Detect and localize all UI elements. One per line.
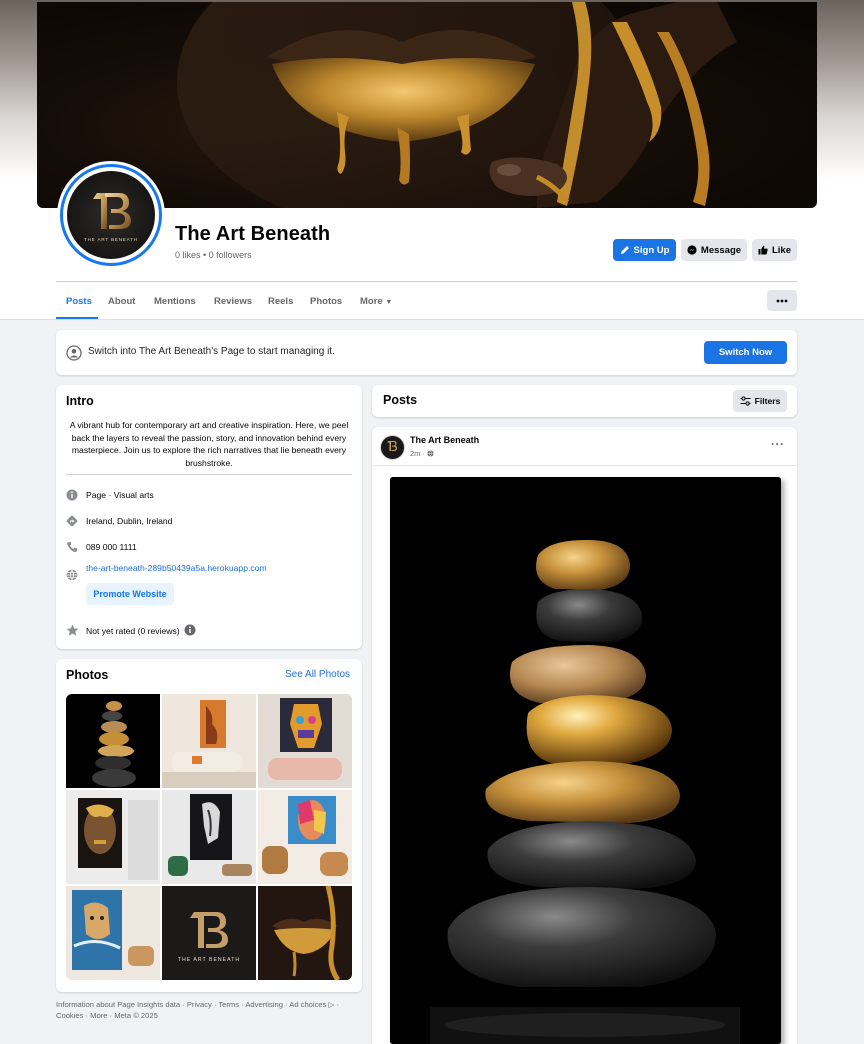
intro-title: Intro [66,394,94,408]
page-title: The Art Beneath [175,223,331,245]
photo-thumbnail-giraffe[interactable] [258,694,352,788]
rating-label: Not yet rated (0 reviews) [86,626,180,636]
photo-thumbnail-logo[interactable]: THE ART BENEATH [162,886,256,980]
post-author-name[interactable]: The Art Beneath [410,435,479,445]
globe-icon [427,450,434,457]
messenger-icon [687,245,697,255]
filters-label: Filters [754,396,781,406]
header-divider [0,319,864,320]
cover-photo[interactable] [37,2,817,208]
post-divider [373,465,797,466]
nav-divider [56,281,797,282]
page-options-button[interactable] [767,290,797,311]
photos-title: Photos [66,668,109,682]
post-options-button[interactable]: ··· [771,437,785,451]
like-label: Like [771,244,791,256]
pencil-icon [620,246,629,254]
posts-title: Posts [383,393,418,407]
logo-image: THE ART BENEATH [67,171,155,259]
tab-reels[interactable]: Reels [268,296,293,307]
photo-grid: THE ART BENEATH [66,694,352,980]
caret-down-icon: ▼ [385,299,393,306]
tab-more-label: More [360,296,383,307]
tab-about[interactable]: About [108,296,135,307]
post-timestamp[interactable]: 2m · [410,449,434,458]
logo-text: THE ART BENEATH [84,237,138,242]
photo-thumbnail-room-orange[interactable] [162,694,256,788]
logo-text: THE ART BENEATH [178,957,240,963]
website-link[interactable]: the-art-beneath-289b50439a5a.herokuapp.c… [86,563,267,573]
sign-up-label: Sign Up [633,244,670,256]
directions-icon [66,515,78,527]
ellipsis-icon [776,299,788,302]
post-image-stacked-stones[interactable] [390,477,781,1044]
info-icon [66,489,78,501]
category-row: Page · Visual arts [64,487,154,503]
rating-row: Not yet rated (0 reviews) [64,622,196,638]
thumbs-up-icon [758,245,768,255]
see-all-photos-link[interactable]: See All Photos [285,669,350,680]
photo-thumbnail-dog[interactable] [66,886,160,980]
sign-up-button[interactable]: Sign Up [613,239,676,261]
post-time-text: 2m · [410,449,425,458]
tab-more[interactable]: More ▼ [360,296,392,307]
photo-thumbnail-stones[interactable] [66,694,160,788]
switch-banner-text: Switch into The Art Beneath's Page to st… [88,346,335,357]
page-stats: 0 likes • 0 followers [175,250,252,260]
filter-sliders-icon [740,396,751,406]
globe-icon [66,569,78,580]
page-header: THE ART BENEATH The Art Beneath 0 likes … [0,0,864,320]
phone-text: 089 000 1111 [86,542,137,552]
page-avatar[interactable]: THE ART BENEATH [57,161,165,269]
photo-thumbnail-gold-lips[interactable] [258,886,352,980]
tab-photos[interactable]: Photos [310,296,342,307]
filters-button[interactable]: Filters [733,390,787,412]
website-row[interactable]: the-art-beneath-289b50439a5a.herokuapp.c… [64,563,267,580]
location-text: Ireland, Dublin, Ireland [86,516,173,526]
rating-text: Not yet rated (0 reviews) [86,624,196,636]
like-button[interactable]: Like [752,239,797,261]
phone-row: 089 000 1111 [64,539,137,555]
footer-links[interactable]: Information about Page Insights data · P… [56,1000,366,1021]
intro-divider [66,474,352,475]
location-row: Ireland, Dublin, Ireland [64,513,172,529]
photo-thumbnail-gold-face[interactable] [66,790,160,884]
phone-icon [67,542,77,552]
category-text: Page · Visual arts [86,490,154,500]
message-button[interactable]: Message [681,239,747,261]
switch-now-button[interactable]: Switch Now [704,341,787,364]
star-icon [66,624,78,636]
info-icon[interactable] [184,624,196,636]
post-author-avatar[interactable] [380,435,405,460]
photo-thumbnail-horse[interactable] [162,790,256,884]
tab-reviews[interactable]: Reviews [214,296,252,307]
tab-mentions[interactable]: Mentions [154,296,196,307]
switch-now-label: Switch Now [718,347,773,358]
profile-switch-icon [66,345,82,361]
message-label: Message [700,244,742,256]
promote-website-button[interactable]: Promote Website [86,583,174,605]
intro-description: A vibrant hub for contemporary art and c… [69,420,349,468]
tab-posts[interactable]: Posts [66,296,92,307]
photo-thumbnail-colorful-face[interactable] [258,790,352,884]
